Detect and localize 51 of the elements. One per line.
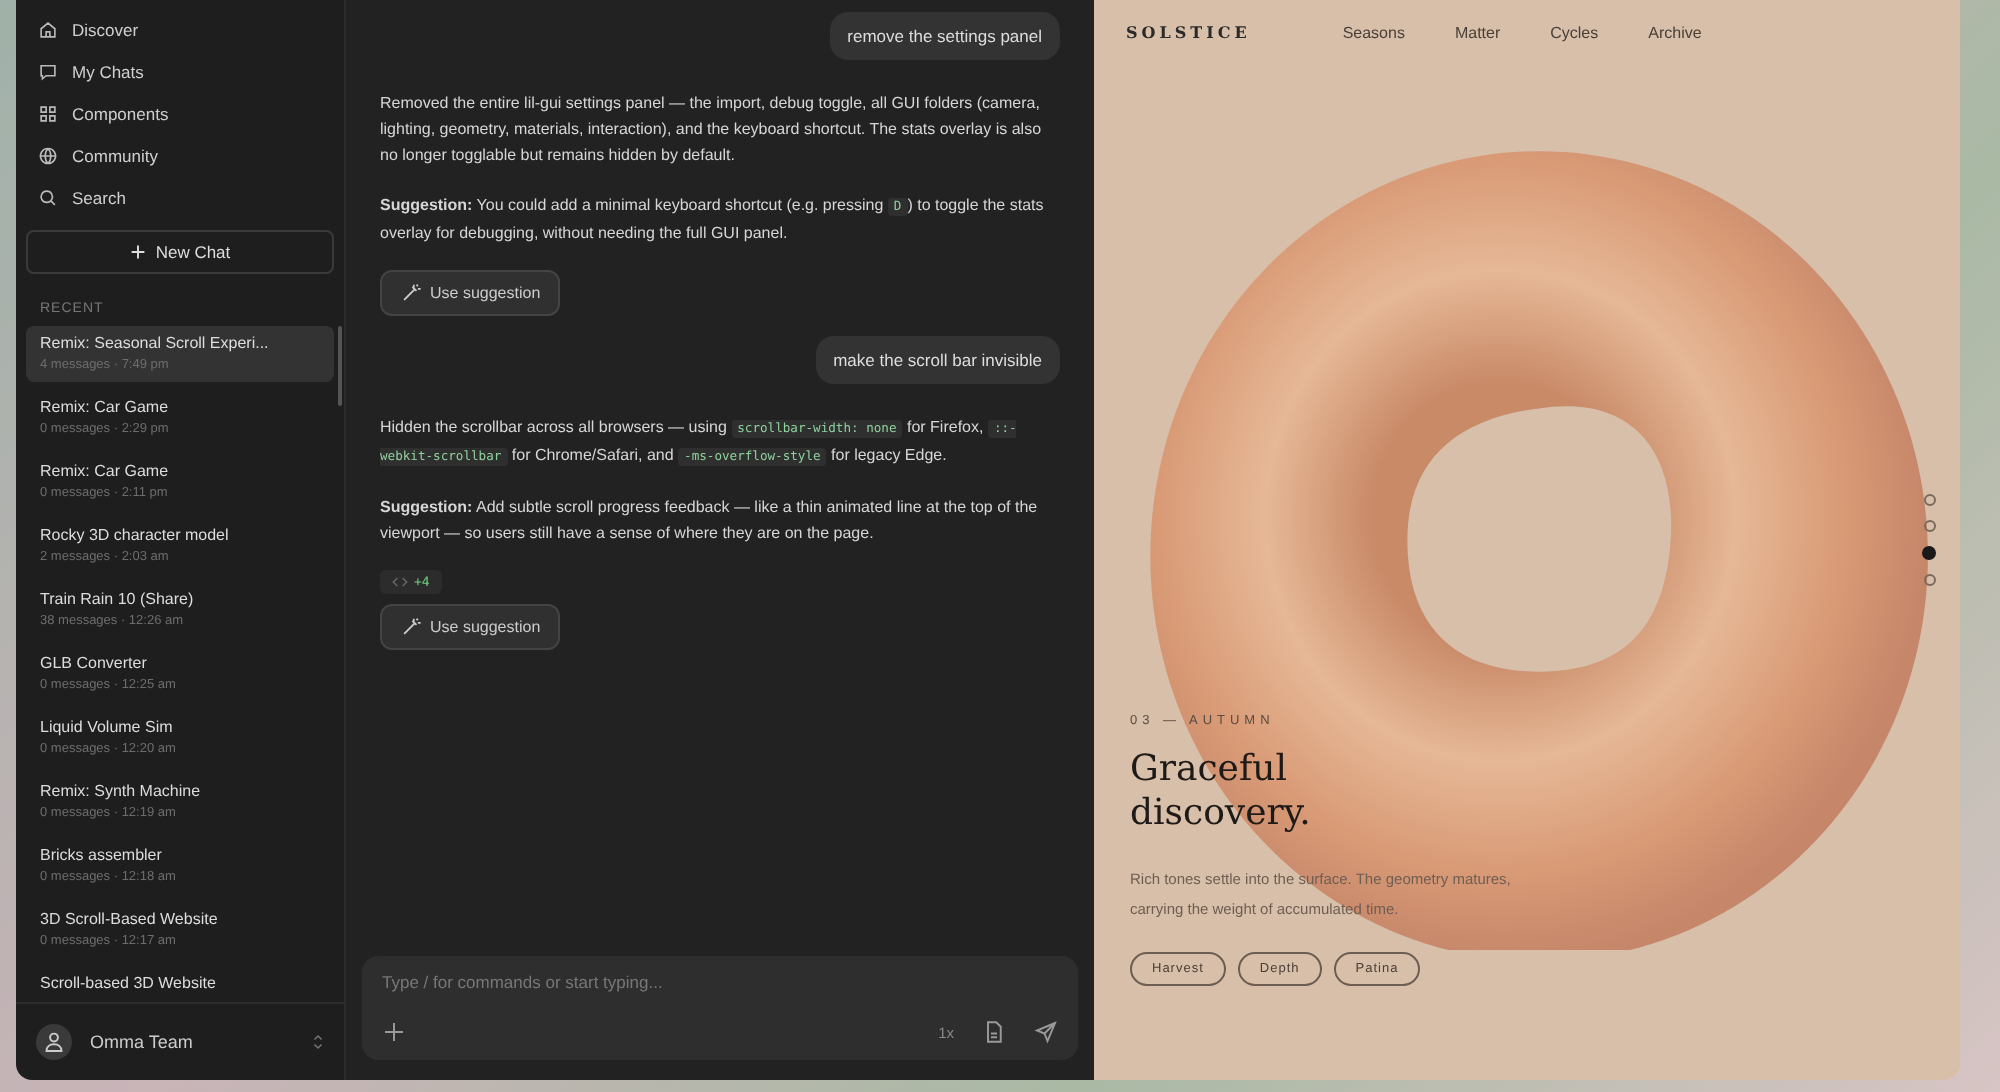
assistant-message: Removed the entire lil-gui settings panel — the import, debug toggle, all GUI folders (camera, lighting, geometry, materials, interaction), and the keyboard shortcut. The stats overlay is also no longer togglable but remains hidden by default. [380,92,1044,168]
code-icon [392,576,408,588]
use-suggestion-button[interactable]: Use suggestion [380,604,561,650]
plus-icon [129,244,146,260]
chat-title: Train Rain 10 (Share) [40,590,196,608]
document-icon[interactable] [982,1020,1006,1044]
chat-title: Remix: Synth Machine [40,782,203,800]
grid-icon [38,103,58,123]
chat-icon [38,61,58,81]
chat-title: Scroll-based 3D Website [40,974,218,992]
user-message: remove the settings panel [829,12,1060,60]
nav-item[interactable]: Discover [28,8,332,50]
nav-item[interactable]: Search [28,176,332,218]
chat-title: Liquid Volume Sim [40,718,175,736]
page-indicator-dot[interactable] [1923,494,1935,506]
user-name: Omma Team [90,1032,195,1052]
chat-list-item[interactable]: Scroll-based 3D Website [26,966,334,1002]
globe-icon [38,145,58,165]
magic-wand-icon [400,616,422,638]
message-input[interactable]: Type / for commands or start typing... [382,972,1058,992]
site-nav-link[interactable]: Cycles [1550,23,1599,41]
page-indicator-dot[interactable] [1923,520,1935,532]
assistant-message: Suggestion: Add subtle scroll progress feedback — like a thin animated line at the top of the viewport — so users still have a sense of where they are on the page. [380,496,1040,546]
use-suggestion-button[interactable]: Use suggestion [380,270,561,316]
user-message: make the scroll bar invisible [815,336,1060,384]
nav-item[interactable]: My Chats [28,50,332,92]
chat-title: GLB Converter [40,654,149,672]
site-nav-link[interactable]: Seasons [1342,23,1405,41]
chat-title: Remix: Car Game [40,462,171,480]
scrollbar [338,326,342,406]
search-icon [38,187,58,207]
chat-title: Bricks assembler [40,846,164,864]
chat-title: Remix: Car Game [40,398,171,416]
site-nav-link[interactable]: Matter [1454,23,1501,41]
send-icon[interactable] [1034,1020,1058,1044]
plus-icon[interactable] [382,1020,406,1044]
nav-item[interactable]: Components [28,92,332,134]
nav-item[interactable]: Community [28,134,332,176]
magic-wand-icon [400,282,422,304]
chat-title: Remix: Seasonal Scroll Experi... [40,334,271,352]
page-indicator-dot[interactable] [1922,546,1936,560]
new-chat-button[interactable]: New Chat [26,230,334,274]
chevron-updown-icon[interactable] [312,1032,324,1052]
home-icon [38,19,58,39]
site-nav-link[interactable]: Archive [1648,23,1702,41]
chat-title: 3D Scroll-Based Website [40,910,220,928]
headline: Graceful discovery. [1130,748,1313,836]
site-logo[interactable]: SOLSTICE [1126,22,1251,42]
chat-title: Rocky 3D character model [40,526,231,544]
avatar [36,1024,72,1060]
page-indicator-dot[interactable] [1923,574,1935,586]
